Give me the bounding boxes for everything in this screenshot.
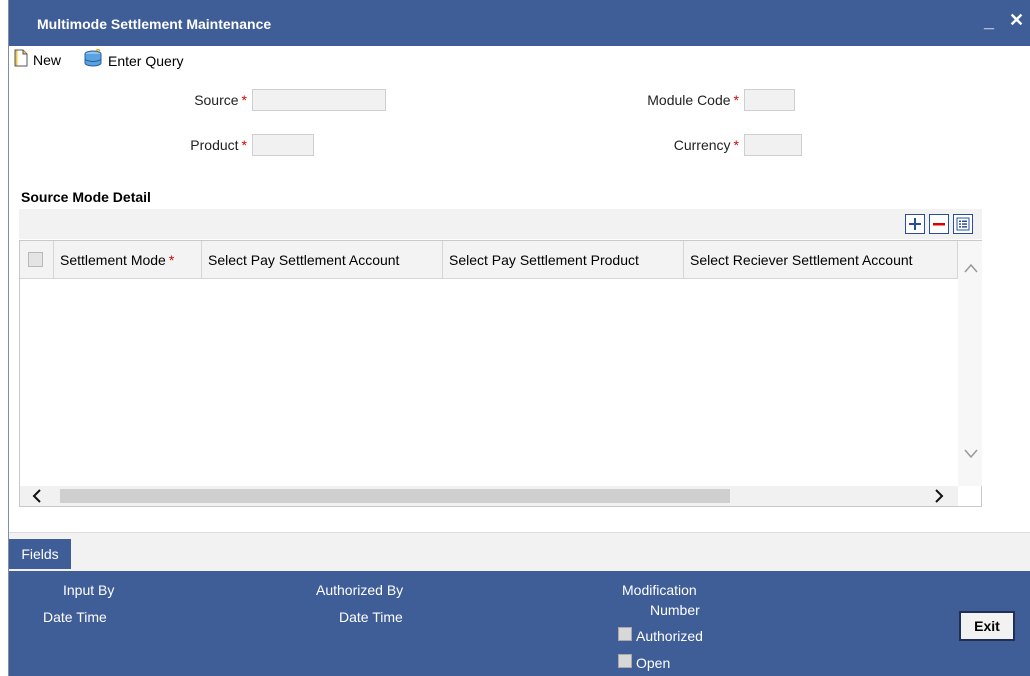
currency-label: Currency * bbox=[609, 137, 739, 153]
single-record-view-button[interactable] bbox=[953, 214, 973, 234]
horizontal-scrollbar[interactable] bbox=[20, 486, 958, 506]
currency-label-text: Currency bbox=[673, 137, 731, 153]
delete-row-button[interactable] bbox=[929, 214, 949, 234]
select-all-column bbox=[20, 241, 54, 278]
module-code-label-text: Module Code bbox=[647, 92, 731, 108]
authorized-checkbox[interactable] bbox=[618, 627, 632, 641]
add-row-button[interactable] bbox=[905, 214, 925, 234]
column-label: Select Pay Settlement Account bbox=[208, 251, 400, 268]
horizontal-scroll-thumb[interactable] bbox=[60, 489, 730, 503]
enter-query-label: Enter Query bbox=[108, 52, 184, 69]
vertical-scrollbar[interactable] bbox=[958, 241, 982, 486]
scroll-up-icon[interactable] bbox=[964, 263, 978, 273]
module-code-input[interactable] bbox=[744, 89, 795, 111]
required-mark: * bbox=[241, 92, 247, 108]
currency-input[interactable] bbox=[744, 134, 802, 156]
column-label: Settlement Mode bbox=[60, 251, 166, 268]
fields-tab-button[interactable]: Fields bbox=[9, 539, 71, 569]
toolbar: New Enter Query bbox=[9, 46, 1030, 70]
source-mode-detail-grid: Settlement Mode * Select Pay Settlement A… bbox=[19, 240, 982, 507]
product-input[interactable] bbox=[252, 134, 314, 156]
modification-label: Modification bbox=[622, 582, 697, 598]
open-label: Open bbox=[636, 655, 671, 671]
new-label: New bbox=[33, 51, 62, 68]
title-bar: Multimode Settlement Maintenance _ ✕ bbox=[9, 0, 1030, 46]
window-title: Multimode Settlement Maintenance bbox=[37, 16, 272, 32]
column-label: Select Reciever Settlement Account bbox=[690, 251, 913, 268]
required-mark: * bbox=[241, 137, 247, 153]
column-label: Select Pay Settlement Product bbox=[449, 251, 639, 268]
scroll-left-icon[interactable] bbox=[32, 489, 42, 503]
date-time-label-1: Date Time bbox=[43, 609, 107, 625]
list-icon bbox=[956, 217, 970, 231]
column-pay-settlement-product[interactable]: Select Pay Settlement Product bbox=[443, 241, 684, 278]
app-window: Multimode Settlement Maintenance _ ✕ New bbox=[8, 0, 1030, 676]
new-button[interactable]: New bbox=[13, 49, 61, 70]
grid-header: Settlement Mode * Select Pay Settlement A… bbox=[20, 241, 958, 279]
source-input[interactable] bbox=[252, 89, 386, 111]
product-label-text: Product bbox=[190, 137, 239, 153]
source-label: Source * bbox=[149, 92, 247, 108]
required-mark: * bbox=[168, 251, 175, 268]
authorized-label: Authorized bbox=[636, 628, 703, 644]
required-mark: * bbox=[733, 92, 739, 108]
enter-query-button[interactable]: Enter Query bbox=[82, 47, 184, 72]
audit-footer: Input By Date Time Authorized By Date Ti… bbox=[9, 571, 1030, 676]
column-settlement-mode[interactable]: Settlement Mode * bbox=[54, 241, 202, 278]
product-label: Product * bbox=[149, 137, 247, 153]
number-label: Number bbox=[650, 602, 700, 618]
required-mark: * bbox=[733, 137, 739, 153]
plus-icon bbox=[909, 218, 921, 230]
module-code-label: Module Code * bbox=[609, 92, 739, 108]
exit-button[interactable]: Exit bbox=[959, 611, 1015, 641]
source-mode-detail-title: Source Mode Detail bbox=[21, 189, 151, 205]
minimize-button[interactable]: _ bbox=[984, 12, 994, 30]
scroll-down-icon[interactable] bbox=[964, 449, 978, 459]
database-query-icon bbox=[82, 47, 104, 72]
authorized-by-label: Authorized By bbox=[316, 582, 404, 598]
close-button[interactable]: ✕ bbox=[1009, 11, 1024, 29]
document-icon bbox=[13, 49, 29, 70]
column-pay-settlement-account[interactable]: Select Pay Settlement Account bbox=[202, 241, 443, 278]
source-label-text: Source bbox=[194, 92, 239, 108]
date-time-label-2: Date Time bbox=[339, 609, 403, 625]
grid-toolbar bbox=[19, 209, 982, 239]
scroll-right-icon[interactable] bbox=[934, 489, 944, 503]
column-receiver-settlement-account[interactable]: Select Reciever Settlement Account bbox=[684, 241, 958, 278]
minus-icon bbox=[933, 223, 945, 226]
input-by-label: Input By bbox=[63, 582, 115, 598]
open-checkbox[interactable] bbox=[618, 654, 632, 668]
select-all-checkbox[interactable] bbox=[28, 252, 43, 267]
fields-strip bbox=[9, 532, 1030, 572]
